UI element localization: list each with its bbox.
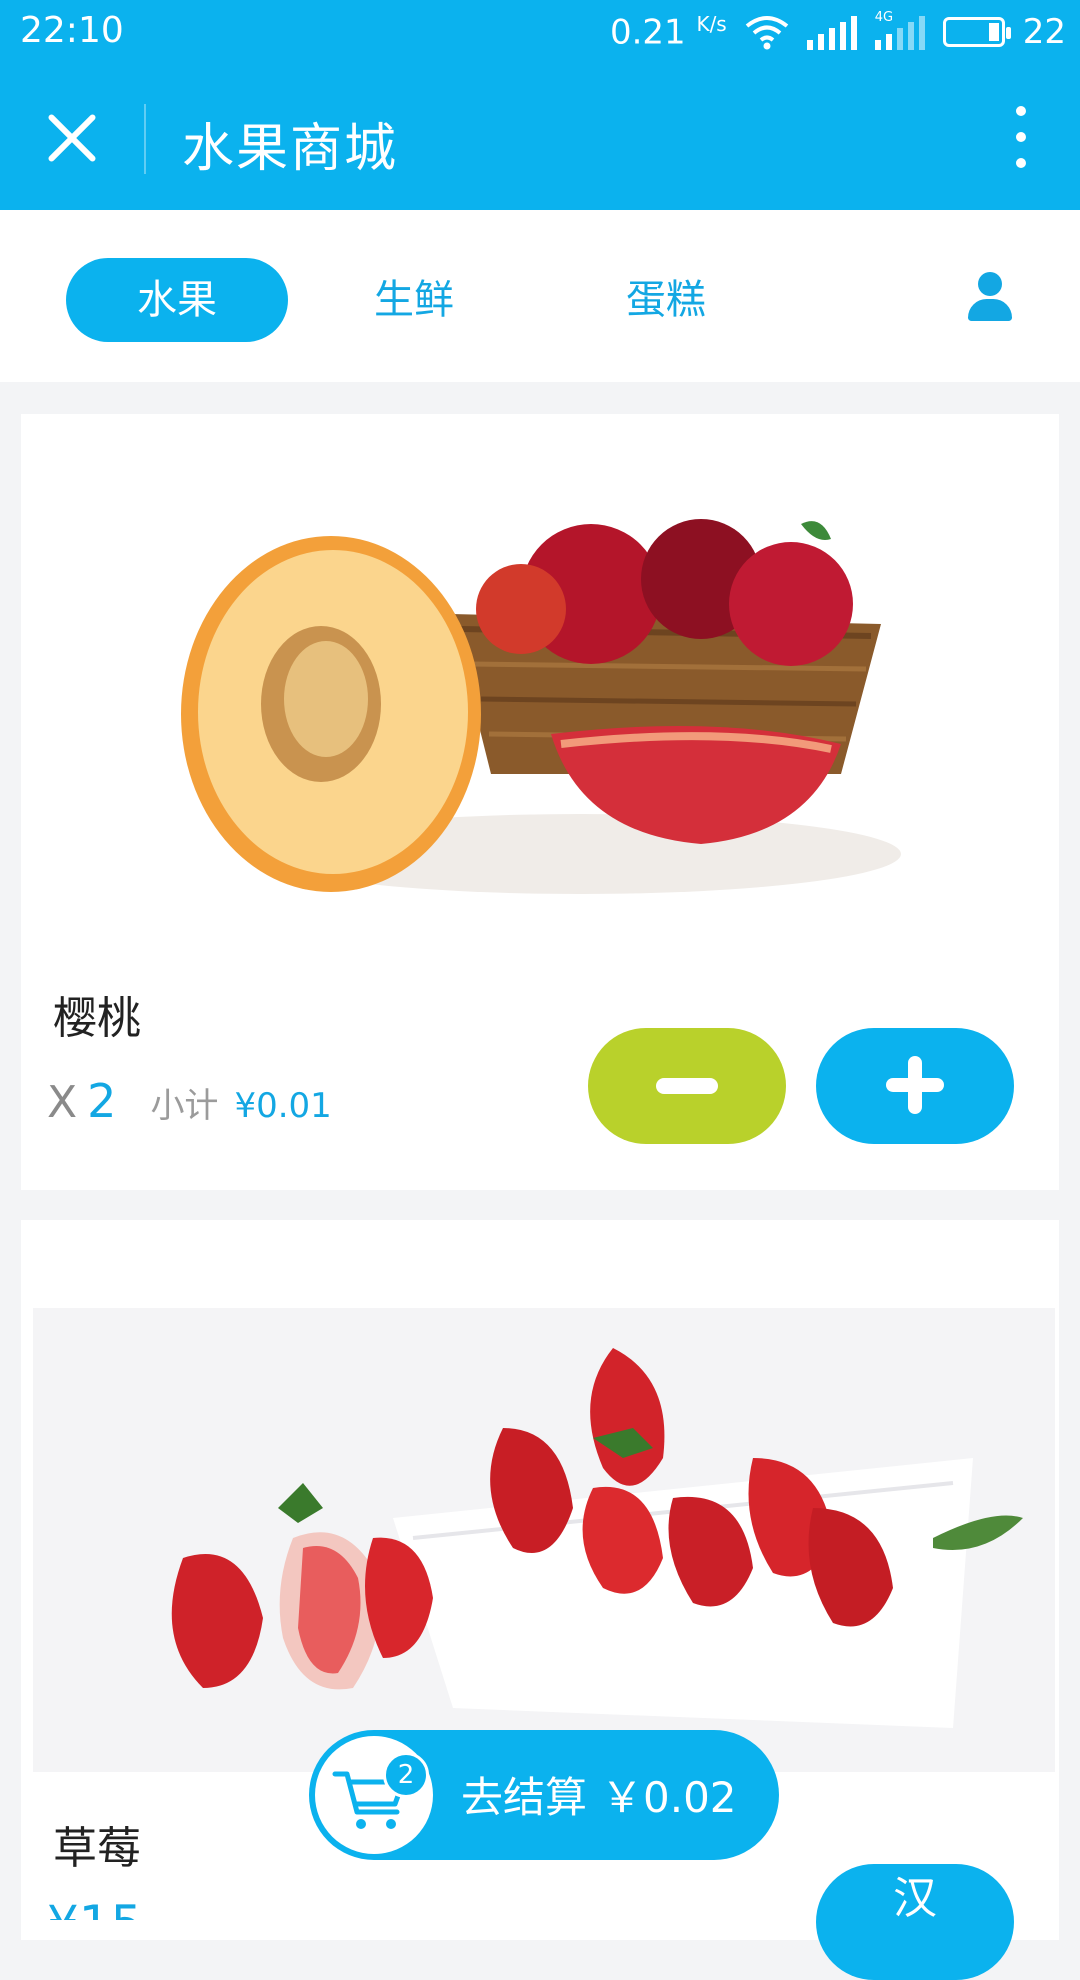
more-vertical-icon[interactable] — [1006, 106, 1036, 168]
tab-fresh[interactable]: 生鲜 — [324, 258, 504, 342]
tab-cake[interactable]: 蛋糕 — [576, 258, 756, 342]
network-speed: 0.21 K/s — [609, 11, 727, 53]
signal-4g-icon: 4G — [874, 10, 925, 50]
header-divider — [144, 104, 146, 174]
cart-icon-container: 2 — [315, 1736, 433, 1854]
product-image — [33, 1308, 1055, 1772]
product-price: ¥15 — [47, 1894, 142, 1920]
plum-fruit-photo — [21, 414, 1059, 962]
network-type: 4G — [874, 10, 894, 25]
quantity-value: 2 — [87, 1074, 117, 1128]
close-icon[interactable] — [44, 110, 100, 166]
quantity-line: X 2 小计 ¥0.01 — [47, 1074, 332, 1128]
tab-fruit[interactable]: 水果 — [66, 258, 288, 342]
add-to-cart-button[interactable]: 汉 — [816, 1864, 1014, 1980]
product-name: 草莓 — [53, 1823, 141, 1874]
subtotal-value: ¥0.01 — [234, 1086, 332, 1126]
cart-count-badge: 2 — [383, 1752, 429, 1798]
battery-icon — [942, 17, 1011, 47]
signal-icon — [806, 14, 857, 50]
checkout-total: ￥0.02 — [601, 1773, 737, 1822]
status-bar: 22:10 0.21 K/s 4G 22 — [0, 0, 1080, 64]
speed-unit: K/s — [696, 11, 727, 36]
product-card: 樱桃 X 2 小计 ¥0.01 — [21, 414, 1059, 1190]
product-name: 樱桃 — [53, 993, 141, 1044]
strawberry-photo — [33, 1308, 1055, 1772]
battery-level: 22 — [1022, 12, 1066, 52]
subtotal-label: 小计 — [150, 1086, 219, 1126]
quantity-prefix: X — [47, 1077, 78, 1128]
page-title: 水果商城 — [182, 119, 399, 179]
app-header: 水果商城 — [0, 64, 1080, 210]
product-image — [21, 414, 1059, 962]
status-indicators: 0.21 K/s 4G 22 — [610, 10, 1066, 54]
increase-button[interactable] — [816, 1028, 1014, 1144]
checkout-label: 去结算 — [461, 1773, 588, 1822]
decrease-button[interactable] — [588, 1028, 786, 1144]
category-tabs: 水果 生鲜 蛋糕 — [0, 210, 1080, 382]
checkout-button[interactable]: 2 去结算 ￥0.02 — [309, 1730, 779, 1860]
wifi-icon — [745, 16, 788, 50]
status-time: 22:10 — [20, 10, 124, 51]
user-icon[interactable] — [966, 272, 1014, 322]
